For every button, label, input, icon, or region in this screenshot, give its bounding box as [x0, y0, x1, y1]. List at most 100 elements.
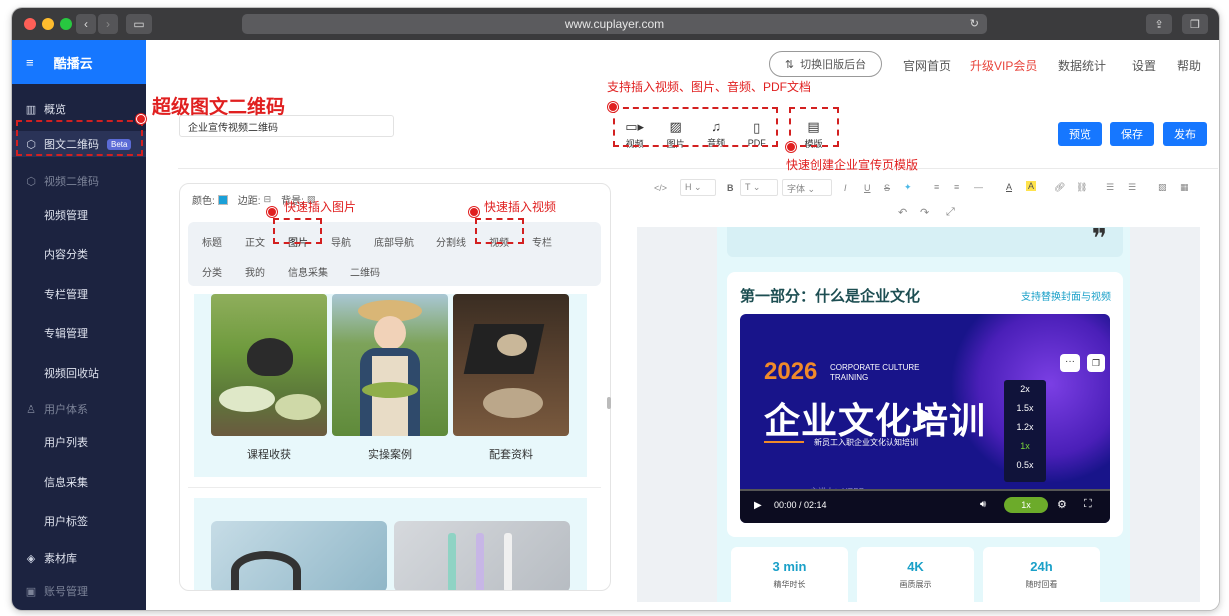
sidebar-toggle-button[interactable]: ▭	[126, 14, 152, 34]
tab-mine[interactable]: 我的	[245, 264, 265, 279]
video-player[interactable]: 2026 CORPORATE CULTURE TRAINING 企业文化培训 ▶…	[740, 314, 1110, 523]
save-button[interactable]: 保存	[1110, 122, 1154, 146]
sidebar-item-label: 视频管理	[44, 210, 88, 222]
text-size-select[interactable]: T ⌄	[740, 179, 778, 196]
volume-icon[interactable]: 🔊︎	[980, 499, 986, 510]
video-subtitle: 新员工入职企业文化认知培训	[814, 438, 918, 447]
close-window-button[interactable]	[24, 18, 36, 30]
image-icon[interactable]: ▨	[1158, 182, 1167, 193]
image-gallery-block[interactable]: 课程收获 实操案例 配套资料	[194, 294, 587, 477]
sidebar-item-info-collect[interactable]: 信息采集	[12, 469, 146, 495]
fullscreen-icon[interactable]: ⤢	[946, 206, 955, 219]
undo-icon[interactable]: ↶	[898, 206, 907, 219]
sidebar-group-account[interactable]: ▣ 账号管理	[12, 578, 146, 604]
sidebar-item-user-list[interactable]: 用户列表	[12, 429, 146, 455]
back-button[interactable]: ‹	[76, 14, 96, 34]
nav-link-settings[interactable]: 设置	[1132, 57, 1156, 74]
reload-icon[interactable]: ↻	[970, 17, 979, 30]
sidebar-item-column-manage[interactable]: 专栏管理	[12, 281, 146, 307]
font-select[interactable]: 字体 ⌄	[782, 179, 832, 196]
forward-button[interactable]: ›	[98, 14, 118, 34]
tab-qrcode[interactable]: 二维码	[350, 264, 380, 279]
tab-bottom-nav[interactable]: 底部导航	[374, 234, 414, 249]
heading-select[interactable]: H ⌄	[680, 179, 716, 196]
annotation-box-video-tab	[475, 218, 524, 244]
sidebar-item-album-manage[interactable]: 专辑管理	[12, 320, 146, 346]
tab-nav[interactable]: 导航	[331, 234, 351, 249]
underline-icon[interactable]: U	[864, 183, 871, 193]
tab-info-collect[interactable]: 信息采集	[288, 264, 328, 279]
bullet-list-icon[interactable]: ☰	[1128, 182, 1136, 193]
hamburger-icon[interactable]: ≡	[26, 55, 34, 70]
publish-button[interactable]: 发布	[1163, 122, 1207, 146]
align-center-icon[interactable]: ≡	[954, 182, 959, 192]
margin-icon[interactable]: ⊟	[264, 194, 272, 205]
nav-link-home[interactable]: 官网首页	[903, 57, 951, 74]
horizontal-rule-icon[interactable]: —	[974, 182, 983, 192]
tab-heading[interactable]: 标题	[202, 234, 222, 249]
unlink-icon[interactable]: ⛓︎	[1076, 182, 1087, 193]
speed-option[interactable]: 0.5x	[1004, 456, 1046, 475]
tea-harvest-image[interactable]	[211, 294, 327, 436]
sidebar-item-label: 视频回收站	[44, 368, 99, 380]
sidebar-item-material-library[interactable]: ◈ 素材库	[12, 545, 146, 571]
color-swatch[interactable]	[217, 194, 228, 205]
redo-icon[interactable]: ↷	[920, 206, 929, 219]
brand-name: 酷播云	[53, 55, 93, 71]
toothbrush-image[interactable]	[394, 521, 570, 590]
zoom-window-button[interactable]	[60, 18, 72, 30]
italic-icon[interactable]: I	[844, 183, 847, 193]
speed-button[interactable]: 1x	[1004, 497, 1048, 513]
sidebar-icon: ▭	[133, 17, 145, 31]
tabs-button[interactable]: ❐	[1182, 14, 1208, 34]
speed-option[interactable]: 1.5x	[1004, 399, 1046, 418]
code-icon[interactable]: </>	[654, 183, 667, 193]
strikethrough-icon[interactable]: S	[884, 183, 890, 193]
nav-link-stats[interactable]: 数据统计	[1058, 57, 1106, 74]
speed-option[interactable]: 1.2x	[1004, 418, 1046, 437]
settings-icon[interactable]: ⚙	[1057, 498, 1067, 511]
progress-bar[interactable]	[740, 489, 1110, 491]
sidebar-item-video-manage[interactable]: 视频管理	[12, 202, 146, 228]
align-left-icon[interactable]: ≡	[934, 182, 939, 192]
speed-option-selected[interactable]: 1x	[1004, 437, 1046, 456]
tea-ceremony-image[interactable]	[453, 294, 569, 436]
share-button[interactable]: ⇪	[1146, 14, 1172, 34]
image-gallery-block-2[interactable]	[194, 498, 587, 590]
nav-link-vip[interactable]: 升级VIP会员	[970, 57, 1037, 74]
preview-button[interactable]: 预览	[1058, 122, 1102, 146]
sidebar-item-content-category[interactable]: 内容分类	[12, 241, 146, 267]
link-icon[interactable]: 🔗︎	[1054, 182, 1065, 193]
tab-category[interactable]: 分类	[202, 264, 222, 279]
bold-icon[interactable]: B	[727, 183, 734, 193]
speed-option[interactable]: 2x	[1004, 380, 1046, 399]
tab-body[interactable]: 正文	[245, 234, 265, 249]
ordered-list-icon[interactable]: ☰	[1106, 182, 1114, 193]
product-image[interactable]	[211, 521, 387, 590]
tea-farmer-image[interactable]	[332, 294, 448, 436]
address-bar[interactable]: www.cuplayer.com ↻	[242, 14, 987, 34]
sparkle-icon[interactable]: ✦	[904, 182, 912, 193]
highlight-icon[interactable]: A	[1026, 181, 1037, 191]
font-color-icon[interactable]: A	[1006, 182, 1012, 192]
nav-link-help[interactable]: 帮助	[1177, 57, 1201, 74]
sidebar-item-user-tags[interactable]: 用户标签	[12, 508, 146, 534]
more-icon[interactable]: ···	[1060, 354, 1080, 372]
speed-menu[interactable]: 2x 1.5x 1.2x 1x 0.5x	[1004, 380, 1046, 482]
sidebar-group-video-qrcode[interactable]: ⬡ 视频二维码	[12, 168, 146, 194]
copy-icon[interactable]: ❐	[1087, 354, 1105, 372]
play-icon[interactable]: ▶	[918, 402, 935, 428]
scrollbar-thumb[interactable]	[607, 397, 611, 409]
sidebar-group-user-system[interactable]: ♙ 用户体系	[12, 396, 146, 422]
minimize-window-button[interactable]	[42, 18, 54, 30]
switch-old-backend-button[interactable]: ⇅ 切换旧版后台	[769, 51, 882, 77]
replace-cover-link[interactable]: 支持替换封面与视频	[1021, 288, 1111, 303]
tab-divider[interactable]: 分割线	[436, 234, 466, 249]
sidebar-item-video-recycle[interactable]: 视频回收站	[12, 360, 146, 386]
play-icon[interactable]: ▶	[754, 500, 762, 511]
fullscreen-icon[interactable]: ⛶	[1084, 498, 1092, 511]
sidebar-item-overview[interactable]: ▥ 概览	[12, 96, 146, 122]
table-icon[interactable]: ▦	[1180, 182, 1189, 193]
caption-case-study: 实操案例	[368, 449, 412, 461]
tab-column[interactable]: 专栏	[532, 234, 552, 249]
